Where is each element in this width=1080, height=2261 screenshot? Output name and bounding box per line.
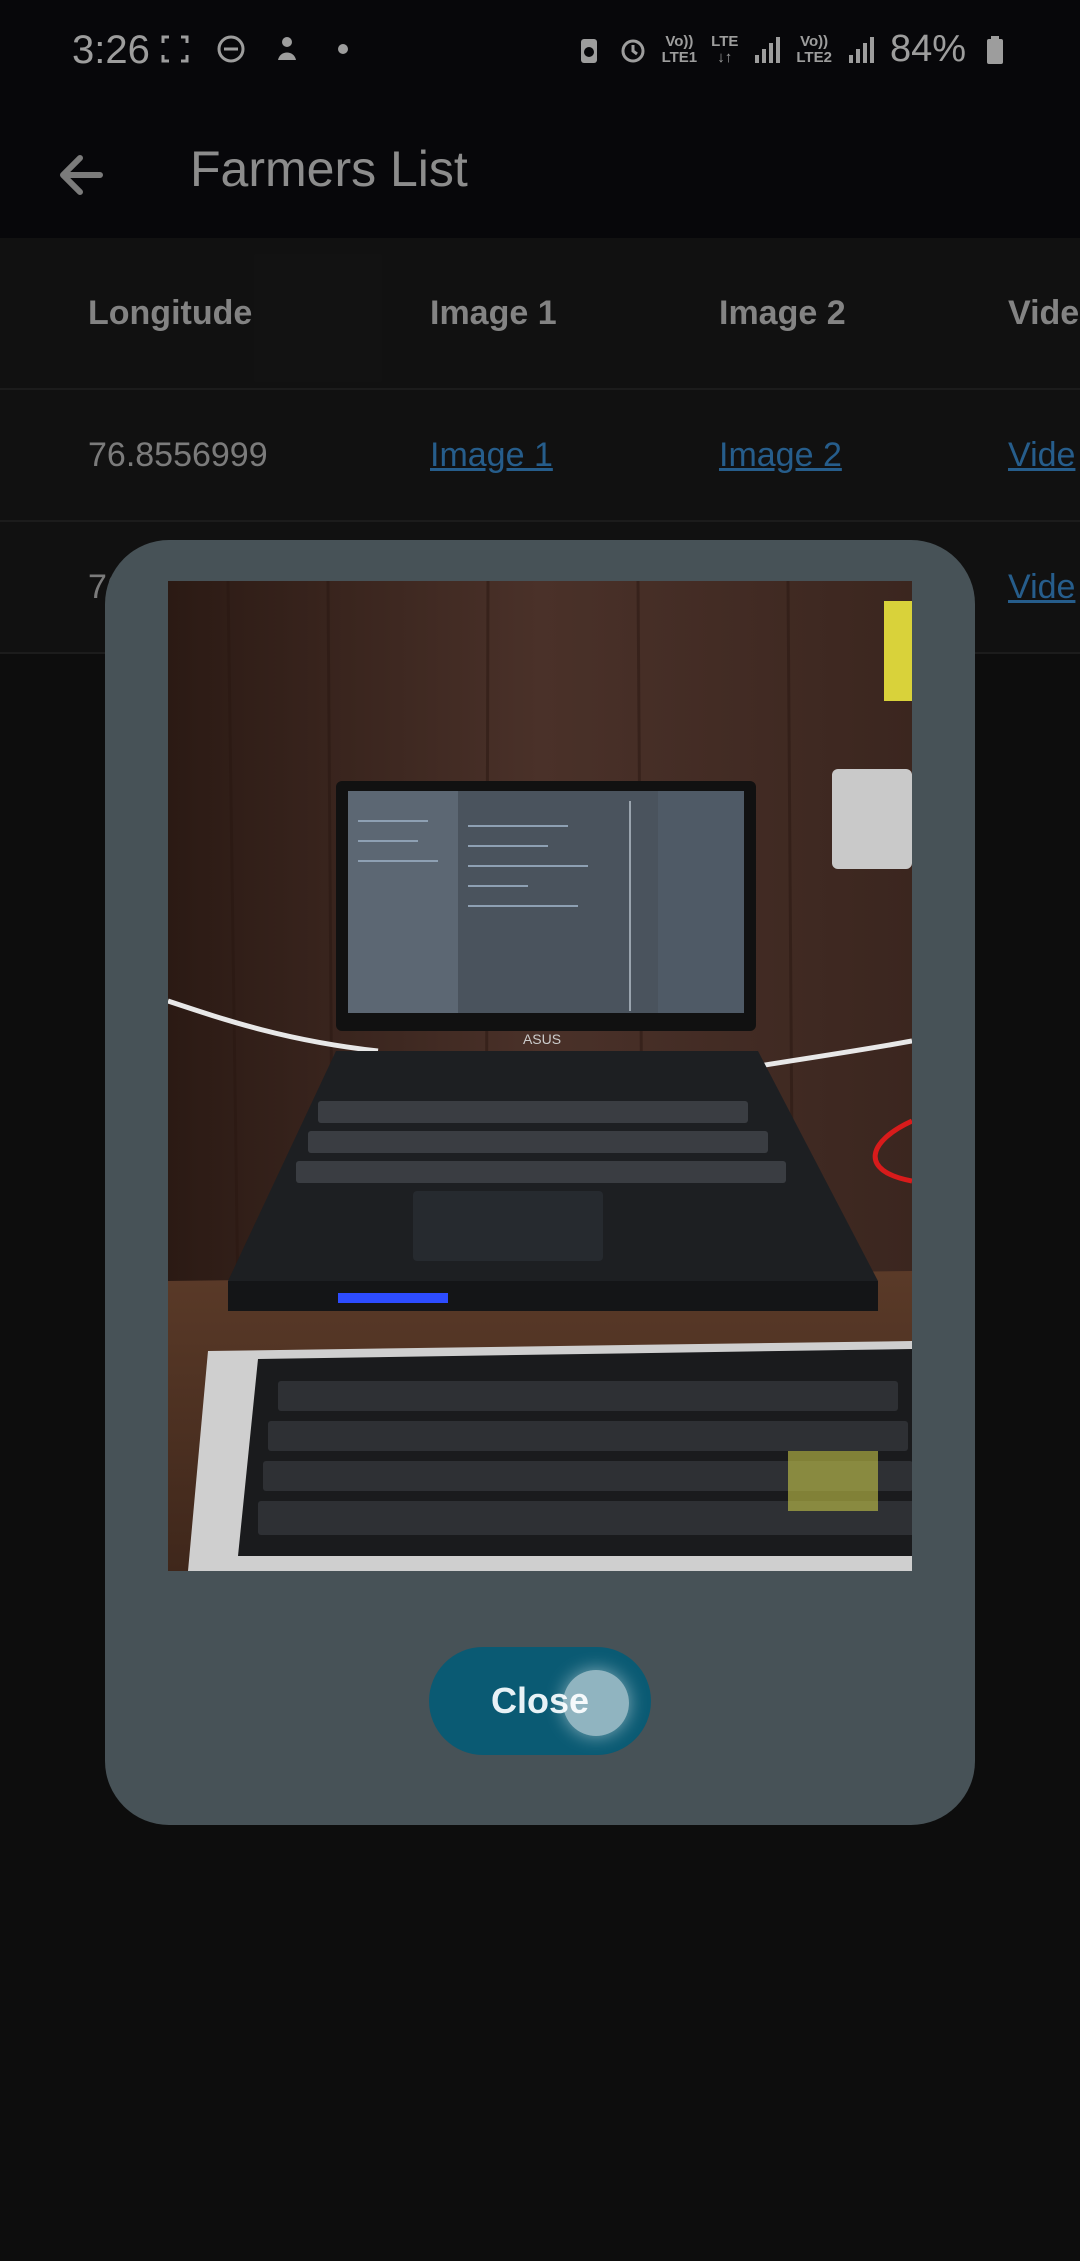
touch-ripple [563,1670,629,1736]
laptop-brand-logo: ASUS [523,1031,561,1047]
laptop-photo: ASUS [168,581,912,1571]
image-preview-dialog: ASUS Close [105,540,975,1825]
preview-image: ASUS [168,581,912,1571]
